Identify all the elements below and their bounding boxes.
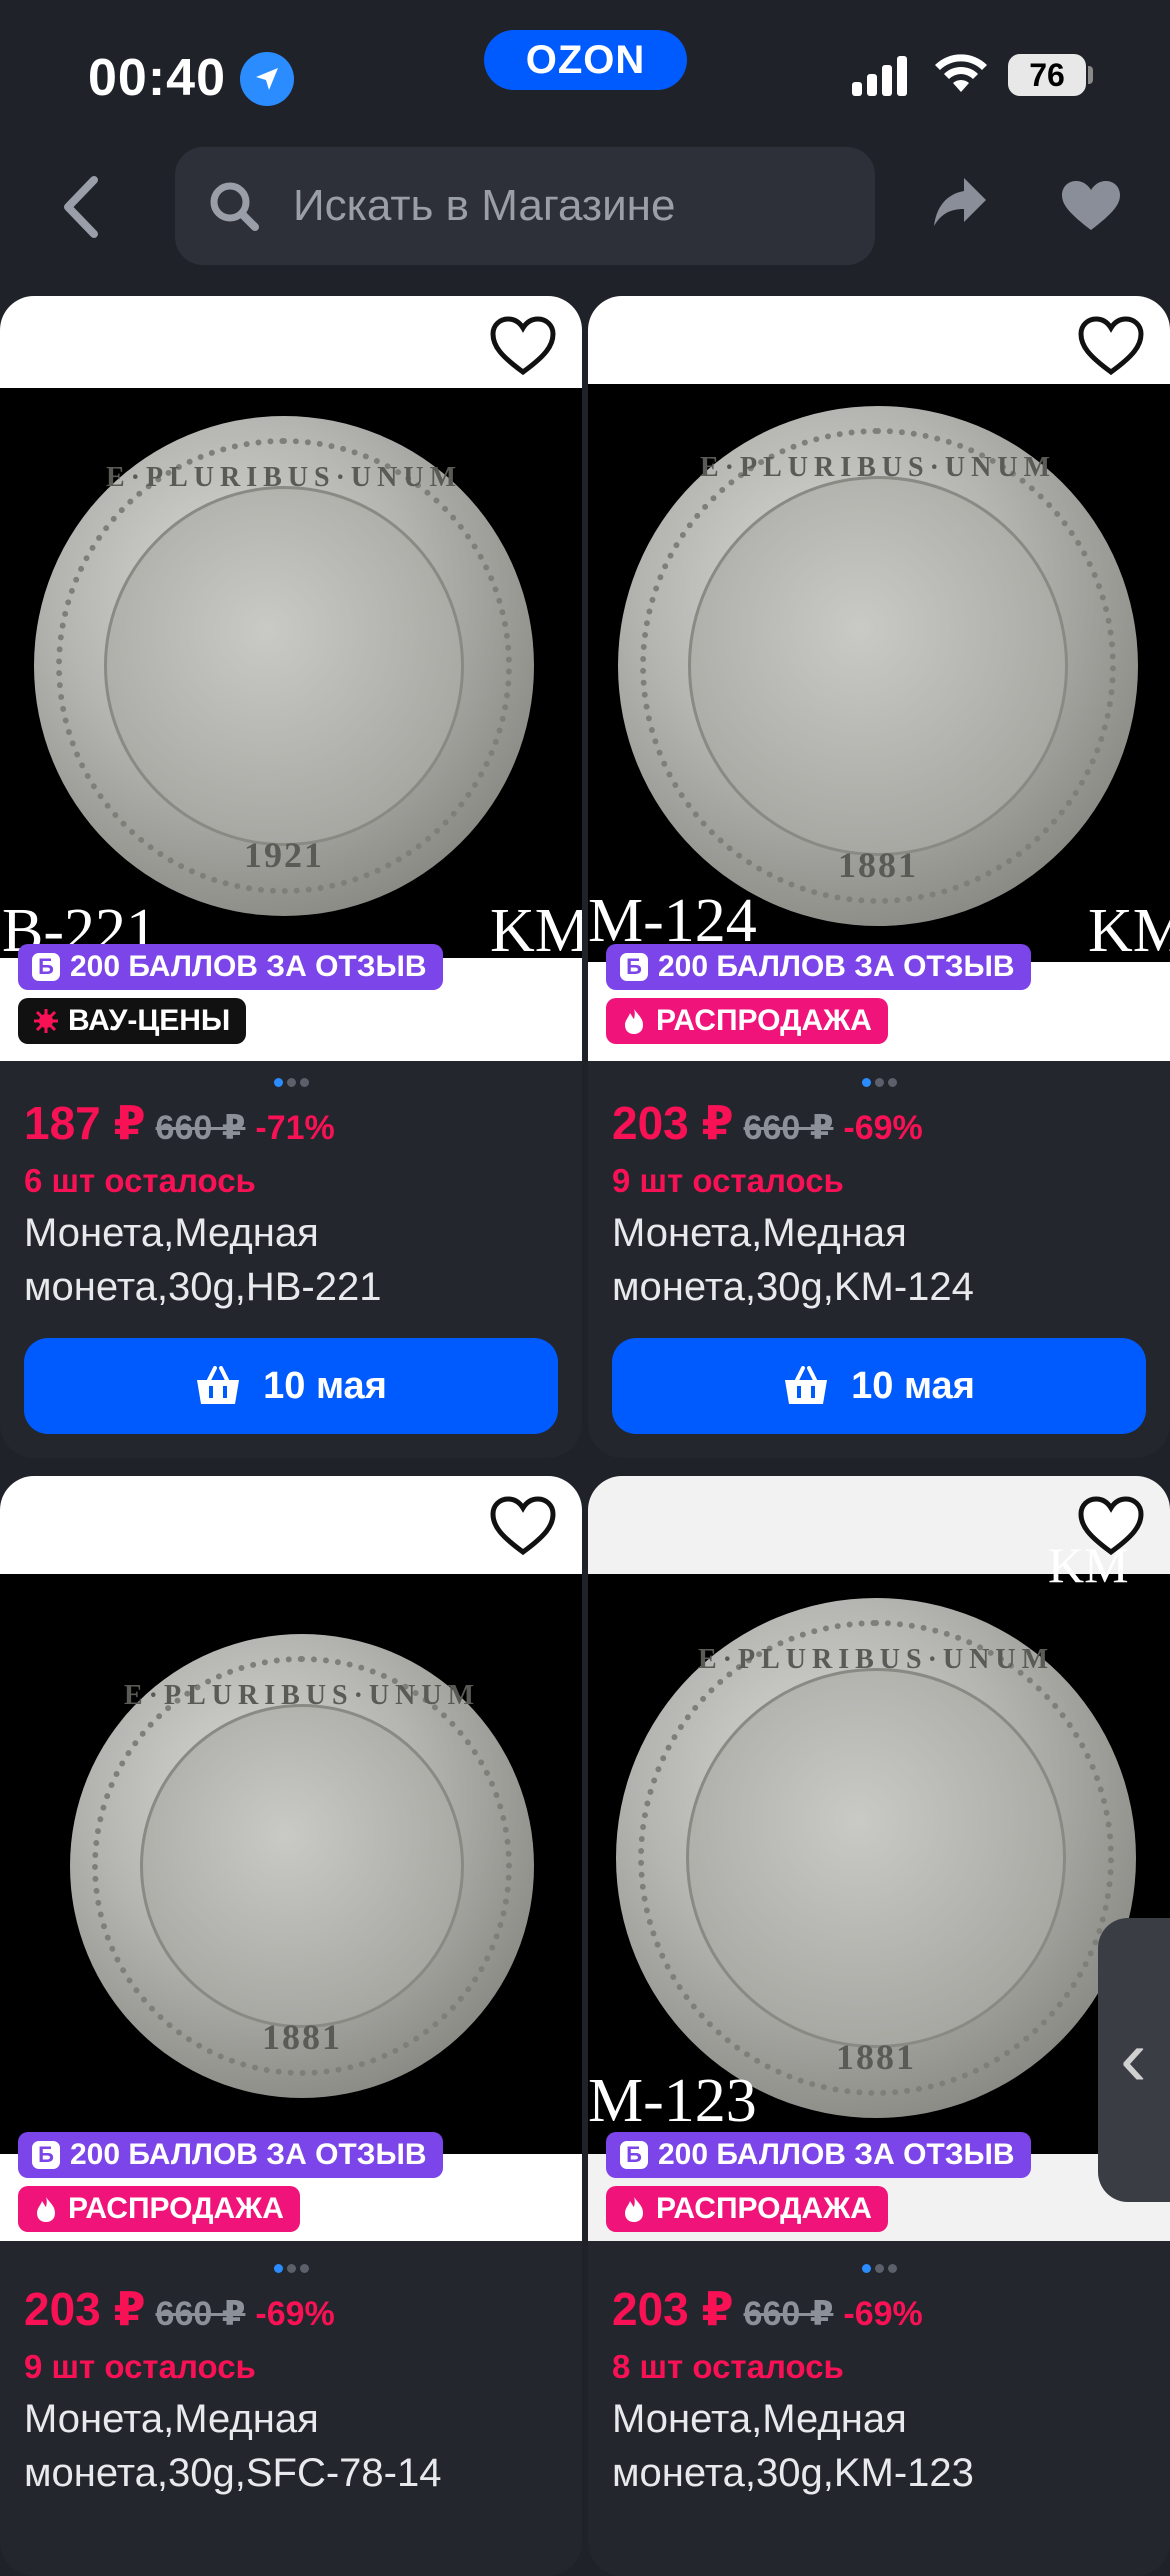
product-card[interactable]: E·PLURIBUS·UNUM 1881 KM M-123 I Б200 БАЛ… bbox=[588, 1476, 1170, 2576]
points-badge: Б 200 БАЛЛОВ ЗА ОТЗЫВ bbox=[18, 944, 443, 990]
price: 203 ₽ bbox=[612, 1097, 734, 1149]
heart-icon[interactable] bbox=[1060, 180, 1122, 232]
photo-code-left: M-123 bbox=[588, 2067, 757, 2135]
status-time: 00:40 bbox=[88, 49, 226, 107]
wow-price-badge: ВАУ-ЦЕНЫ bbox=[18, 998, 247, 1044]
coin-image: E·PLURIBUS·UNUM 1881 bbox=[618, 406, 1138, 926]
old-price: 660 ₽ bbox=[155, 2295, 246, 2333]
points-badge: Б 200 БАЛЛОВ ЗА ОТЗЫВ bbox=[606, 2132, 1031, 2178]
price-row: 187 ₽660 ₽ -71% bbox=[24, 1096, 335, 1150]
location-arrow-icon bbox=[240, 52, 294, 106]
chevron-left-icon: ‹ bbox=[1120, 2013, 1147, 2102]
product-photo[interactable]: E·PLURIBUS·UNUM 1881 Б 200 БАЛЛОВ ЗА ОТЗЫ… bbox=[0, 1476, 582, 2241]
product-card[interactable]: E·PLURIBUS·UNUM 1881 Б 200 БАЛЛОВ ЗА ОТЗЫ… bbox=[0, 1476, 582, 2576]
search-input[interactable]: Искать в Магазине bbox=[293, 147, 675, 265]
status-bar: 00:40 OZON 76 bbox=[0, 0, 1170, 140]
photo-code-right: KM bbox=[1088, 897, 1170, 965]
stock-left: 8 шт осталось bbox=[612, 2348, 844, 2385]
product-title[interactable]: Монета,Медная монета,30g,KM-124 bbox=[612, 1206, 1152, 1314]
photo-code-right: KM bbox=[490, 897, 582, 965]
product-photo[interactable]: E·PLURIBUS·UNUM 1881 M-124 KM Б 200 БАЛЛО… bbox=[588, 296, 1170, 1061]
side-panel-handle[interactable]: ‹ bbox=[1098, 1918, 1170, 2202]
fire-icon bbox=[37, 2197, 55, 2222]
price: 203 ₽ bbox=[24, 2283, 146, 2335]
sale-badge: РАСПРОДАЖА bbox=[18, 2186, 300, 2232]
points-icon: Б bbox=[620, 953, 648, 981]
product-card[interactable]: E·PLURIBUS·UNUM 1921 B-221 KM Б 200 БАЛЛО… bbox=[0, 296, 582, 1458]
price-row: 203 ₽660 ₽ -69% bbox=[612, 1096, 923, 1150]
carousel-dots bbox=[0, 1074, 582, 1092]
fire-icon bbox=[625, 2197, 643, 2222]
stock-left: 9 шт осталось bbox=[24, 2348, 256, 2385]
stock-left: 6 шт осталось bbox=[24, 1162, 256, 1199]
sale-badge: РАСПРОДАЖА bbox=[606, 2186, 888, 2232]
battery-tip bbox=[1088, 66, 1093, 84]
carousel-dots bbox=[0, 2260, 582, 2278]
sparkle-icon bbox=[34, 1009, 58, 1033]
favorite-heart-icon[interactable] bbox=[1076, 316, 1146, 378]
discount: -69% bbox=[843, 2295, 923, 2333]
discount: -71% bbox=[255, 1109, 335, 1147]
old-price: 660 ₽ bbox=[155, 1109, 246, 1147]
basket-icon bbox=[197, 1366, 240, 1404]
add-to-cart-button[interactable]: 10 мая bbox=[24, 1338, 558, 1434]
product-title[interactable]: Монета,Медная монета,30g,SFC-78-14 bbox=[24, 2392, 564, 2500]
price: 187 ₽ bbox=[24, 1097, 146, 1149]
favorite-heart-icon[interactable] bbox=[1076, 1496, 1146, 1558]
price: 203 ₽ bbox=[612, 2283, 734, 2335]
product-photo[interactable]: E·PLURIBUS·UNUM 1921 B-221 KM Б 200 БАЛЛО… bbox=[0, 296, 582, 1061]
discount: -69% bbox=[843, 1109, 923, 1147]
stock-left: 9 шт осталось bbox=[612, 1162, 844, 1199]
coin-image: E·PLURIBUS·UNUM 1881 bbox=[70, 1634, 534, 2098]
points-badge: Б 200 БАЛЛОВ ЗА ОТЗЫВ bbox=[606, 944, 1031, 990]
search-icon bbox=[210, 182, 259, 231]
favorite-heart-icon[interactable] bbox=[488, 316, 558, 378]
share-icon[interactable] bbox=[932, 176, 988, 228]
battery-indicator: 76 bbox=[1008, 54, 1086, 96]
price-row: 203 ₽660 ₽ -69% bbox=[24, 2282, 335, 2336]
search-bar[interactable]: Искать в Магазине bbox=[175, 147, 875, 265]
favorite-heart-icon[interactable] bbox=[488, 1496, 558, 1558]
signal-icon bbox=[852, 56, 907, 96]
product-title[interactable]: Монета,Медная монета,30g,KM-123 bbox=[612, 2392, 1152, 2500]
points-badge: Б 200 БАЛЛОВ ЗА ОТЗЫВ bbox=[18, 2132, 443, 2178]
product-title[interactable]: Монета,Медная монета,30g,HB-221 bbox=[24, 1206, 564, 1314]
points-icon: Б bbox=[32, 953, 60, 981]
discount: -69% bbox=[255, 2295, 335, 2333]
back-button[interactable] bbox=[52, 172, 112, 242]
fire-icon bbox=[625, 1009, 643, 1034]
wifi-icon bbox=[935, 54, 987, 92]
price-row: 203 ₽660 ₽ -69% bbox=[612, 2282, 923, 2336]
product-photo[interactable]: E·PLURIBUS·UNUM 1881 KM M-123 I Б200 БАЛ… bbox=[588, 1476, 1170, 2241]
ozon-logo[interactable]: OZON bbox=[484, 30, 687, 90]
coin-image: E·PLURIBUS·UNUM 1921 bbox=[34, 416, 534, 916]
carousel-dots bbox=[588, 2260, 1170, 2278]
carousel-dots bbox=[588, 1074, 1170, 1092]
points-icon: Б bbox=[620, 2141, 648, 2169]
old-price: 660 ₽ bbox=[743, 1109, 834, 1147]
points-icon: Б bbox=[32, 2141, 60, 2169]
product-card[interactable]: E·PLURIBUS·UNUM 1881 M-124 KM Б 200 БАЛЛО… bbox=[588, 296, 1170, 1458]
coin-image: E·PLURIBUS·UNUM 1881 bbox=[616, 1598, 1136, 2118]
old-price: 660 ₽ bbox=[743, 2295, 834, 2333]
sale-badge: РАСПРОДАЖА bbox=[606, 998, 888, 1044]
basket-icon bbox=[785, 1366, 828, 1404]
add-to-cart-button[interactable]: 10 мая bbox=[612, 1338, 1146, 1434]
